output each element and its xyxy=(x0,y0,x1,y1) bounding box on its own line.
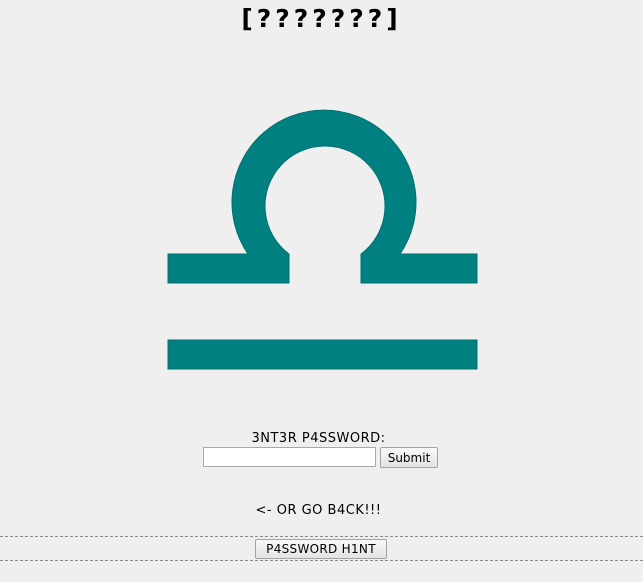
password-label: 3NT3R P4SSWORD: xyxy=(251,431,386,446)
libra-upper-stroke xyxy=(167,109,478,284)
password-input[interactable] xyxy=(203,447,376,467)
password-hint-button[interactable]: P4SSWORD H1NT xyxy=(255,539,387,559)
libra-lower-bar xyxy=(167,339,478,370)
libra-icon xyxy=(167,109,478,370)
hint-divider-top xyxy=(0,536,643,537)
submit-button[interactable]: Submit xyxy=(380,447,438,468)
hint-divider-bottom xyxy=(0,560,643,561)
go-back-link[interactable]: <- OR GO B4CK!!! xyxy=(0,503,637,519)
